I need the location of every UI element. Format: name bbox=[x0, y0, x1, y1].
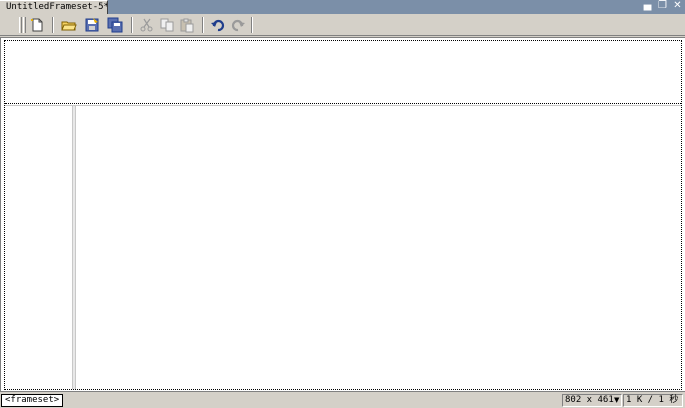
paste-button bbox=[179, 17, 196, 33]
open-button[interactable] bbox=[61, 17, 78, 33]
paste-icon bbox=[180, 18, 194, 33]
redo-button bbox=[230, 17, 247, 33]
toolbar-separator bbox=[131, 17, 133, 33]
chevron-down-icon[interactable]: ▼ bbox=[614, 396, 619, 405]
copy-icon bbox=[160, 18, 174, 32]
main-frame[interactable] bbox=[76, 106, 681, 389]
toolbar-separator bbox=[251, 17, 253, 33]
top-frame[interactable] bbox=[5, 41, 681, 103]
new-file-button[interactable] bbox=[29, 17, 46, 33]
left-frame[interactable] bbox=[5, 106, 72, 389]
close-icon[interactable]: ✕ bbox=[671, 0, 684, 13]
design-canvas bbox=[0, 37, 685, 391]
save-all-icon bbox=[107, 17, 123, 33]
window-size-dropdown[interactable]: 802 x 461 bbox=[562, 394, 622, 407]
cut-button bbox=[139, 17, 156, 33]
new-file-icon bbox=[31, 18, 43, 32]
open-folder-icon bbox=[61, 21, 77, 31]
save-all-button[interactable] bbox=[107, 17, 124, 33]
save-icon bbox=[85, 18, 99, 32]
minimize-icon[interactable]: ▄ bbox=[641, 0, 654, 13]
restore-icon[interactable]: ❐ bbox=[656, 0, 669, 13]
copy-button bbox=[159, 17, 176, 33]
toolbar-grip[interactable] bbox=[23, 17, 26, 33]
download-size-readout: 1 K / 1 秒 bbox=[623, 394, 683, 407]
tag-selector-frameset[interactable]: <frameset> bbox=[1, 394, 64, 407]
toolbar-separator bbox=[202, 17, 204, 33]
status-bar: <frameset> 802 x 461 ▼ 1 K / 1 秒 bbox=[0, 391, 685, 408]
undo-icon bbox=[211, 19, 225, 32]
document-tab-strip: UntitledFrameset-5* ▄ ❐ ✕ bbox=[0, 0, 685, 14]
redo-icon bbox=[231, 19, 245, 32]
cut-icon bbox=[140, 18, 153, 32]
standard-toolbar bbox=[0, 14, 685, 36]
save-button[interactable] bbox=[84, 17, 101, 33]
undo-button[interactable] bbox=[210, 17, 227, 33]
document-tab[interactable]: UntitledFrameset-5* bbox=[0, 0, 108, 14]
toolbar-grip[interactable] bbox=[19, 17, 22, 33]
toolbar-separator bbox=[52, 17, 54, 33]
